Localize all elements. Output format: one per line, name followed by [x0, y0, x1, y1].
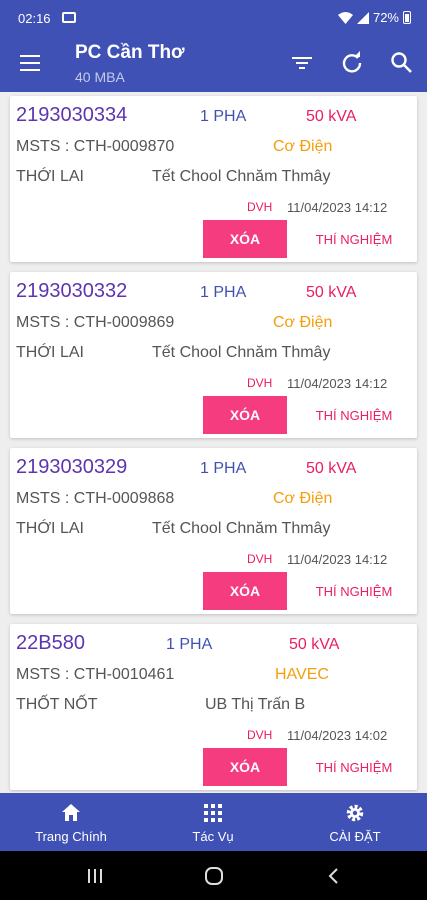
item-datetime: 11/04/2023 14:12: [287, 552, 388, 567]
item-msts: MSTS : CTH-0009868: [16, 490, 175, 507]
item-location: THỚI LAI: [16, 168, 84, 185]
gear-icon: [346, 804, 364, 822]
app-bar: PC Cần Thơ 40 MBA: [0, 34, 427, 92]
menu-icon[interactable]: [20, 55, 40, 71]
item-msts: MSTS : CTH-0010461: [16, 666, 175, 683]
item-type: Cơ Điện: [273, 490, 333, 507]
item-msts: MSTS : CTH-0009870: [16, 138, 175, 155]
nav-settings-label: CÀI ĐẶT: [329, 829, 381, 844]
item-area: Tết Chool Chnăm Thmây: [152, 344, 331, 361]
list-item[interactable]: 2193030329 1 PHA 50 kVA MSTS : CTH-00098…: [10, 448, 417, 614]
bottom-navigation: Trang Chính Tác Vụ CÀI ĐẶT: [0, 793, 427, 851]
page-subtitle: 40 MBA: [75, 69, 125, 85]
item-datetime: 11/04/2023 14:02: [287, 728, 388, 743]
item-dvh: DVH: [247, 552, 273, 566]
battery-icon: [403, 11, 411, 24]
item-dvh: DVH: [247, 376, 273, 390]
item-type: Cơ Điện: [273, 314, 333, 331]
item-datetime: 11/04/2023 14:12: [287, 376, 388, 391]
item-phase: 1 PHA: [200, 460, 247, 477]
list-item[interactable]: 2193030334 1 PHA 50 kVA MSTS : CTH-00098…: [10, 96, 417, 262]
transformer-list[interactable]: 2193030334 1 PHA 50 kVA MSTS : CTH-00098…: [0, 92, 427, 792]
nav-tasks-label: Tác Vụ: [192, 829, 234, 844]
item-location: THỚI LAI: [16, 520, 84, 537]
item-location: THỚI LAI: [16, 344, 84, 361]
list-item[interactable]: 2193030332 1 PHA 50 kVA MSTS : CTH-00098…: [10, 272, 417, 438]
search-icon[interactable]: [389, 50, 415, 76]
item-msts: MSTS : CTH-0009869: [16, 314, 175, 331]
item-phase: 1 PHA: [166, 636, 213, 653]
item-capacity: 50 kVA: [306, 108, 357, 125]
item-type: Cơ Điện: [273, 138, 333, 155]
item-code: 2193030332: [16, 280, 128, 302]
item-dvh: DVH: [247, 728, 273, 742]
test-button[interactable]: THÍ NGHIỆM: [310, 220, 398, 258]
item-capacity: 50 kVA: [306, 460, 357, 477]
item-area: UB Thị Trấn B: [205, 696, 306, 713]
item-dvh: DVH: [247, 200, 273, 214]
delete-button[interactable]: XÓA: [203, 396, 287, 434]
home-button-icon[interactable]: [204, 866, 224, 886]
notification-icon: [62, 12, 76, 23]
item-phase: 1 PHA: [200, 284, 247, 301]
filter-icon[interactable]: [289, 50, 315, 76]
item-area: Tết Chool Chnăm Thmây: [152, 168, 331, 185]
recent-apps-icon[interactable]: [85, 866, 105, 886]
status-bar: 02:16 72%: [0, 0, 427, 34]
system-navigation-bar: [0, 851, 427, 900]
item-location: THỐT NỐT: [16, 696, 98, 713]
item-area: Tết Chool Chnăm Thmây: [152, 520, 331, 537]
signal-icon: [356, 11, 369, 24]
item-capacity: 50 kVA: [289, 636, 340, 653]
delete-button[interactable]: XÓA: [203, 748, 287, 786]
battery-percent: 72%: [372, 10, 399, 25]
item-phase: 1 PHA: [200, 108, 247, 125]
delete-button[interactable]: XÓA: [203, 220, 287, 258]
nav-tasks[interactable]: Tác Vụ: [142, 793, 284, 851]
item-type: HAVEC: [275, 666, 329, 683]
item-capacity: 50 kVA: [306, 284, 357, 301]
nav-home-label: Trang Chính: [35, 829, 107, 844]
nav-home[interactable]: Trang Chính: [0, 793, 142, 851]
test-button[interactable]: THÍ NGHIỆM: [310, 572, 398, 610]
item-code: 22B580: [16, 632, 85, 654]
item-code: 2193030329: [16, 456, 128, 478]
nav-settings[interactable]: CÀI ĐẶT: [284, 793, 426, 851]
test-button[interactable]: THÍ NGHIỆM: [310, 396, 398, 434]
home-icon: [62, 804, 80, 821]
item-code: 2193030334: [16, 104, 128, 126]
refresh-icon[interactable]: [339, 50, 365, 76]
status-indicators: 72%: [337, 10, 411, 25]
delete-button[interactable]: XÓA: [203, 572, 287, 610]
wifi-icon: [337, 11, 353, 24]
test-button[interactable]: THÍ NGHIỆM: [310, 748, 398, 786]
item-datetime: 11/04/2023 14:12: [287, 200, 388, 215]
back-icon[interactable]: [324, 866, 344, 886]
grid-icon: [204, 804, 222, 822]
page-title: PC Cần Thơ: [75, 42, 185, 63]
list-item[interactable]: 22B580 1 PHA 50 kVA MSTS : CTH-0010461 H…: [10, 624, 417, 790]
status-time: 02:16: [18, 11, 51, 26]
